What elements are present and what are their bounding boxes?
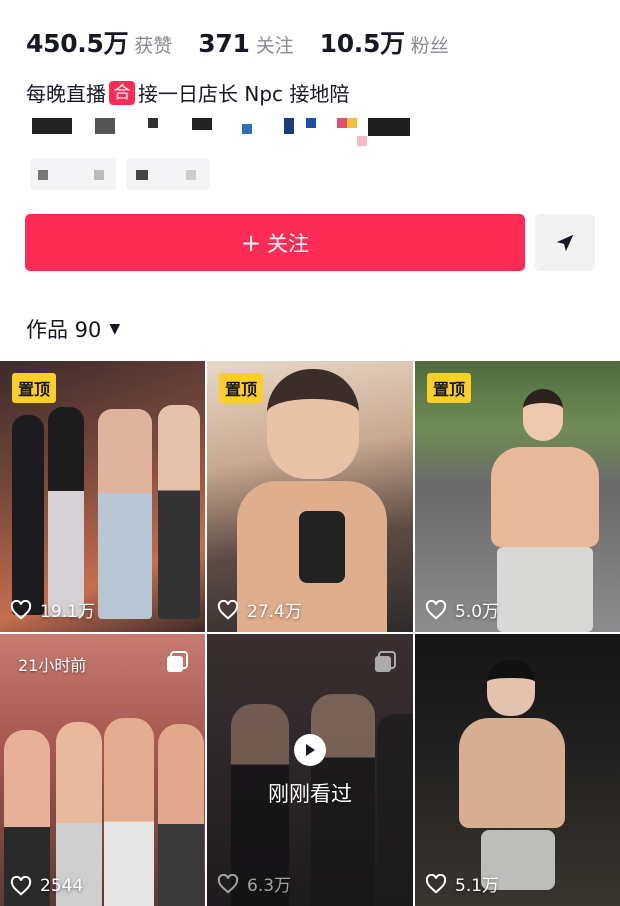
video-thumb-4[interactable]: 21小时前 2544 (0, 634, 205, 906)
video-thumb-1[interactable]: 置顶 19.1万 (0, 361, 205, 632)
bio-badge: 合 (109, 80, 135, 105)
video-thumb-6[interactable]: 5.1万 (415, 634, 620, 906)
likes-count: 6.3万 (217, 871, 291, 896)
video-thumb-3[interactable]: 置顶 5.0万 (415, 361, 620, 632)
likes-count-text: 6.3万 (247, 876, 292, 896)
heart-icon (217, 599, 239, 619)
heart-icon (10, 599, 32, 619)
stat-likes[interactable]: 450.5万 获赞 (26, 24, 172, 60)
share-button[interactable] (535, 214, 595, 271)
likes-count: 5.1万 (425, 871, 499, 896)
pinned-badge: 置顶 (427, 373, 472, 403)
video-thumb-2[interactable]: 置顶 27.4万 (207, 361, 413, 632)
stat-following-label: 关注 (255, 35, 294, 57)
stat-following-value: 371 (198, 29, 250, 58)
redacted-tag-1 (30, 158, 116, 190)
plus-icon: + (240, 228, 262, 257)
gallery-icon (167, 651, 188, 672)
likes-count-text: 5.1万 (455, 876, 500, 896)
profile-bio: 每晚直播 合 接一日店长 Npc 接地陪 (26, 78, 349, 107)
works-grid: 置顶 19.1万 置顶 27.4万 置顶 5.0万 21小时前 2544 刚刚看… (0, 361, 620, 906)
redacted-tag-2 (126, 158, 210, 190)
caret-down-icon: ▼ (109, 321, 121, 337)
likes-count-text: 2544 (40, 876, 84, 896)
follow-button[interactable]: + 关注 (25, 214, 525, 271)
follow-button-label: 关注 (267, 231, 310, 256)
recently-watched-overlay: 刚刚看过 (207, 734, 413, 808)
heart-icon (10, 876, 32, 896)
stat-followers[interactable]: 10.5万 粉丝 (320, 24, 449, 60)
pinned-badge: 置顶 (12, 373, 57, 403)
likes-count-text: 27.4万 (247, 602, 302, 622)
likes-count-text: 19.1万 (40, 602, 95, 622)
likes-count: 27.4万 (217, 597, 302, 622)
play-icon (294, 734, 326, 766)
bio-text-start: 每晚直播 (26, 82, 106, 106)
gallery-icon (375, 651, 396, 672)
likes-count-text: 5.0万 (455, 602, 500, 622)
stat-followers-label: 粉丝 (410, 35, 449, 57)
likes-count: 19.1万 (10, 597, 95, 622)
video-thumb-5[interactable]: 刚刚看过 6.3万 (207, 634, 413, 906)
bio-text-end: 接一日店长 Npc 接地陪 (138, 82, 350, 106)
heart-icon (425, 599, 447, 619)
profile-stats: 450.5万 获赞 371 关注 10.5万 粉丝 (26, 24, 475, 60)
stat-likes-label: 获赞 (134, 35, 173, 57)
stat-followers-value: 10.5万 (319, 29, 405, 58)
tab-works[interactable]: 作品 90 ▼ (26, 314, 120, 344)
heart-icon (217, 873, 239, 893)
time-badge: 21小时前 (18, 656, 87, 675)
paper-plane-icon (556, 234, 574, 251)
stat-likes-value: 450.5万 (26, 29, 129, 58)
heart-icon (425, 873, 447, 893)
pinned-badge: 置顶 (219, 373, 264, 403)
recently-watched-label: 刚刚看过 (268, 782, 352, 806)
likes-count: 2544 (10, 876, 83, 896)
stat-following[interactable]: 371 关注 (198, 29, 293, 58)
tab-works-label: 作品 90 (26, 318, 102, 342)
likes-count: 5.0万 (425, 597, 499, 622)
